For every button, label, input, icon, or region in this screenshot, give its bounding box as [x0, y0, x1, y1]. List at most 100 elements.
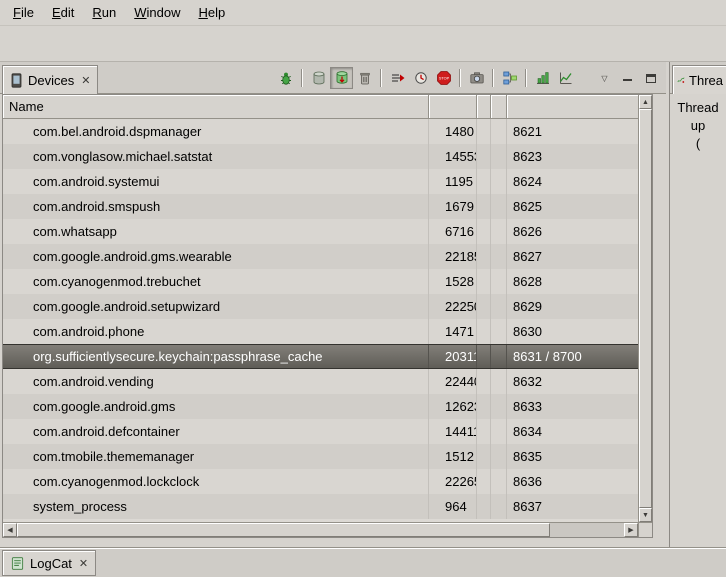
- process-port: 8631 / 8700: [507, 345, 638, 368]
- update-threads-icon[interactable]: [386, 67, 409, 89]
- menu-item-label: ile: [21, 5, 34, 20]
- process-pid: 964: [429, 494, 477, 519]
- tab-logcat-close-icon[interactable]: ✕: [77, 557, 88, 570]
- view-menu-icon[interactable]: ▽: [593, 67, 616, 89]
- process-row[interactable]: com.android.phone 1471 8630: [3, 319, 638, 344]
- vertical-scrollbar[interactable]: ▲ ▼: [638, 95, 652, 522]
- pid-column-header[interactable]: [429, 95, 477, 118]
- port-column-header[interactable]: [507, 95, 638, 118]
- process-port: 8625: [507, 194, 638, 219]
- process-row[interactable]: com.cyanogenmod.lockclock 22265 8636: [3, 469, 638, 494]
- process-row[interactable]: com.google.android.gms.wearable 22185 86…: [3, 244, 638, 269]
- process-name: system_process: [3, 494, 429, 519]
- tab-logcat[interactable]: LogCat ✕: [2, 550, 96, 576]
- process-debug-cell: [491, 319, 507, 344]
- scroll-down-icon[interactable]: ▼: [639, 508, 652, 522]
- debug-column-header[interactable]: [491, 95, 507, 118]
- process-port: 8636: [507, 469, 638, 494]
- screen-capture-icon[interactable]: [465, 67, 488, 89]
- process-debug-cell: [491, 244, 507, 269]
- tab-threads[interactable]: Threa: [672, 65, 726, 94]
- toolbar-separator: [301, 69, 303, 87]
- process-status-cell: [477, 294, 491, 319]
- debug-process-icon[interactable]: [274, 67, 297, 89]
- menu-item-label: un: [102, 5, 116, 20]
- scroll-up-icon[interactable]: ▲: [639, 95, 652, 109]
- process-row[interactable]: system_process 964 8637: [3, 494, 638, 519]
- process-row[interactable]: com.bel.android.dspmanager 1480 8621: [3, 119, 638, 144]
- stop-process-icon[interactable]: STOP: [432, 67, 455, 89]
- process-status-cell: [477, 219, 491, 244]
- process-status-cell: [477, 345, 491, 368]
- device-icon: [10, 73, 23, 88]
- dump-hprof-icon[interactable]: [330, 67, 353, 89]
- process-row[interactable]: org.sufficientlysecure.keychain:passphra…: [3, 344, 638, 369]
- menu-item-label: dit: [61, 5, 75, 20]
- menu-item[interactable]: Help: [189, 1, 234, 24]
- process-row[interactable]: com.tmobile.thememanager 1512 8635: [3, 444, 638, 469]
- process-name: com.android.vending: [3, 369, 429, 394]
- process-pid: 12623: [429, 394, 477, 419]
- process-name: com.android.defcontainer: [3, 419, 429, 444]
- logcat-icon: [10, 556, 25, 571]
- cause-gc-icon[interactable]: [353, 67, 376, 89]
- tab-devices[interactable]: Devices ✕: [2, 65, 98, 94]
- main-split: Devices ✕: [0, 62, 726, 547]
- update-heap-icon[interactable]: [307, 67, 330, 89]
- process-name: com.whatsapp: [3, 219, 429, 244]
- devices-tabbar: Devices ✕: [0, 62, 666, 94]
- menu-item-accelerator: F: [13, 5, 21, 20]
- menu-item[interactable]: Edit: [43, 1, 83, 24]
- tab-devices-close-icon[interactable]: ✕: [79, 74, 90, 87]
- process-status-cell: [477, 469, 491, 494]
- process-port: 8635: [507, 444, 638, 469]
- process-row[interactable]: com.android.systemui 1195 8624: [3, 169, 638, 194]
- process-debug-cell: [491, 469, 507, 494]
- process-row[interactable]: com.android.smspush 1679 8625: [3, 194, 638, 219]
- start-method-profiling-icon[interactable]: [409, 67, 432, 89]
- capture-system-trace-icon[interactable]: [531, 67, 554, 89]
- menu-item[interactable]: Window: [125, 1, 189, 24]
- process-status-cell: [477, 444, 491, 469]
- process-pid: 1512: [429, 444, 477, 469]
- devices-table-body: com.bel.android.dspmanager 1480 8621 com…: [3, 119, 638, 522]
- horizontal-scrollbar-thumb[interactable]: [17, 523, 550, 537]
- process-status-cell: [477, 269, 491, 294]
- name-column-header[interactable]: Name: [3, 95, 429, 118]
- process-row[interactable]: com.android.vending 22440 8632: [3, 369, 638, 394]
- process-row[interactable]: com.android.defcontainer 14411 8634: [3, 419, 638, 444]
- process-name: com.android.systemui: [3, 169, 429, 194]
- menu-item[interactable]: Run: [83, 1, 125, 24]
- process-row[interactable]: com.google.android.setupwizard 22250 862…: [3, 294, 638, 319]
- process-name: com.cyanogenmod.trebuchet: [3, 269, 429, 294]
- process-debug-cell: [491, 345, 507, 368]
- devices-table-header: Name: [3, 95, 638, 119]
- minimize-icon[interactable]: [616, 67, 639, 89]
- menu-item[interactable]: File: [4, 1, 43, 24]
- devices-toolbar: STOP: [274, 66, 662, 90]
- status-column-header[interactable]: [477, 95, 491, 118]
- horizontal-scrollbar[interactable]: ◀ ▶: [3, 522, 638, 537]
- vertical-scrollbar-thumb[interactable]: [639, 109, 652, 508]
- tab-threads-label: Threa: [689, 73, 723, 88]
- scroll-right-icon[interactable]: ▶: [624, 523, 638, 537]
- devices-table: Name com.bel.android.dspmanager 1480: [2, 94, 653, 538]
- maximize-icon[interactable]: [639, 67, 662, 89]
- process-port: 8633: [507, 394, 638, 419]
- process-row[interactable]: com.cyanogenmod.trebuchet 1528 8628: [3, 269, 638, 294]
- process-row[interactable]: com.google.android.gms 12623 8633: [3, 394, 638, 419]
- process-row[interactable]: com.vonglasow.michael.satstat 14553 8623: [3, 144, 638, 169]
- toolbar-separator: [380, 69, 382, 87]
- dump-view-hierarchy-icon[interactable]: [498, 67, 521, 89]
- process-debug-cell: [491, 444, 507, 469]
- threads-icon: [677, 73, 685, 87]
- process-port: 8626: [507, 219, 638, 244]
- start-opengl-trace-icon[interactable]: [554, 67, 577, 89]
- menu-item-accelerator: H: [198, 5, 207, 20]
- process-name: com.cyanogenmod.lockclock: [3, 469, 429, 494]
- toolbar-separator: [525, 69, 527, 87]
- threads-panel: Threa Thread up (: [669, 62, 726, 547]
- scroll-left-icon[interactable]: ◀: [3, 523, 17, 537]
- process-debug-cell: [491, 119, 507, 144]
- process-row[interactable]: com.whatsapp 6716 8626: [3, 219, 638, 244]
